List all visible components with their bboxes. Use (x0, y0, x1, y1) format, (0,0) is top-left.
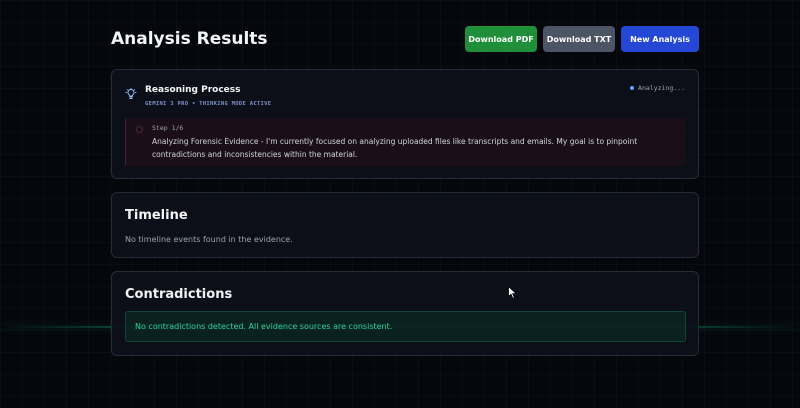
page-title: Analysis Results (111, 29, 268, 49)
step-marker-icon (136, 126, 143, 133)
contradictions-success-banner: No contradictions detected. All evidence… (125, 311, 686, 342)
step-text: Analyzing Forensic Evidence - I'm curren… (152, 137, 638, 159)
reasoning-step: Step 1/6 Analyzing Forensic Evidence - I… (125, 118, 685, 166)
contradictions-message: No contradictions detected. All evidence… (135, 322, 393, 331)
header-actions: Download PDF Download TXT New Analysis (465, 26, 699, 52)
mouse-pointer-icon (508, 284, 517, 299)
contradictions-title: Contradictions (125, 287, 233, 302)
reasoning-card: Reasoning Process GEMINI 3 PRO • THINKIN… (111, 69, 699, 179)
contradictions-card: Contradictions No contradictions detecte… (111, 271, 699, 356)
step-label: Step 1/6 (152, 124, 184, 132)
reasoning-title: Reasoning Process (145, 85, 241, 95)
download-pdf-button[interactable]: Download PDF (465, 26, 537, 52)
new-analysis-button[interactable]: New Analysis (621, 26, 699, 52)
download-txt-button[interactable]: Download TXT (543, 26, 615, 52)
reasoning-subtitle: GEMINI 3 PRO • THINKING MODE ACTIVE (145, 101, 272, 107)
analysis-status: Analyzing... (630, 84, 685, 92)
lightbulb-icon (125, 85, 137, 99)
status-text: Analyzing... (638, 84, 685, 92)
timeline-card: Timeline No timeline events found in the… (111, 192, 699, 258)
timeline-title: Timeline (125, 208, 188, 223)
page-header: Analysis Results Download PDF Download T… (111, 26, 699, 52)
timeline-empty-message: No timeline events found in the evidence… (125, 235, 293, 244)
status-dot-icon (630, 86, 635, 90)
